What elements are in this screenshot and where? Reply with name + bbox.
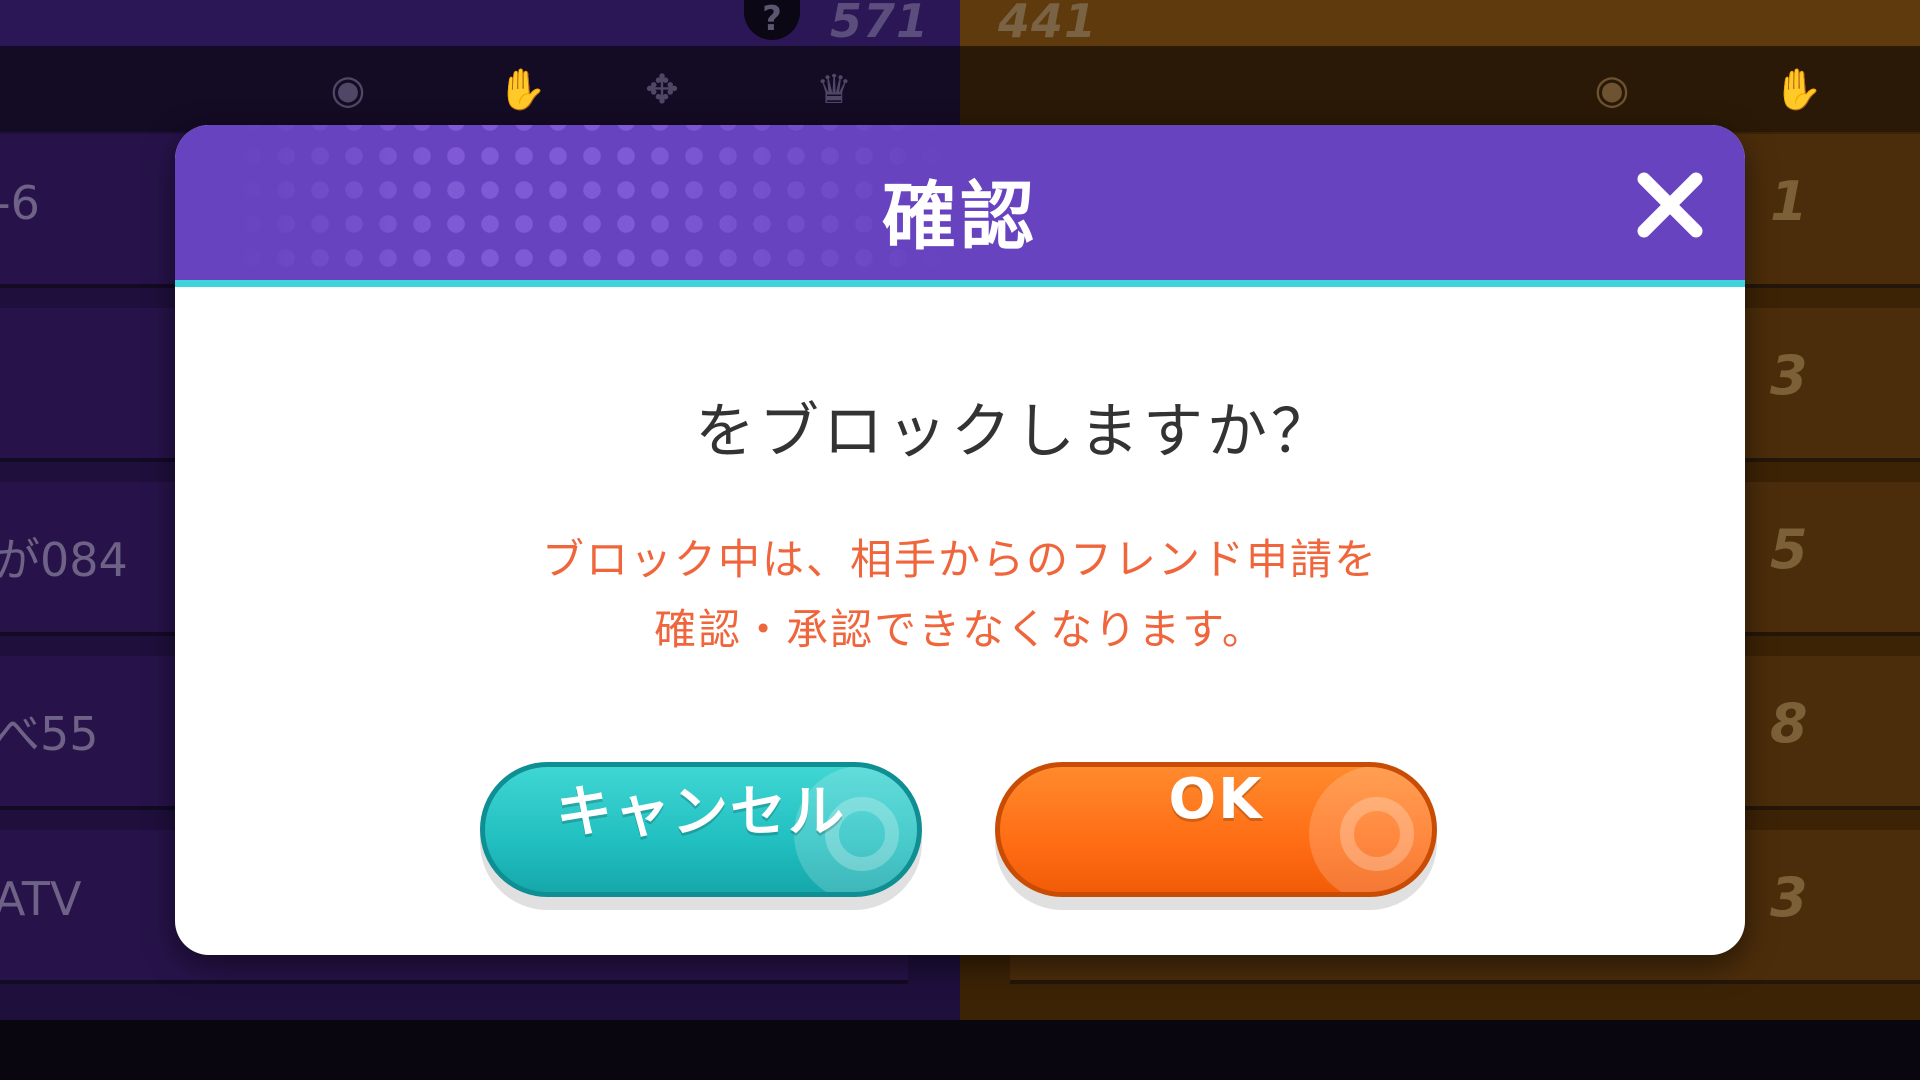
player-name: ATV [0, 872, 82, 926]
handshake-icon: ✥ [645, 67, 679, 113]
ok-label: OK [1168, 767, 1264, 832]
player-stat: 1 [1770, 170, 1808, 233]
hand-icon: ✋ [497, 67, 547, 113]
warning-line: 確認・承認できなくなります。 [654, 605, 1266, 654]
right-stat-header: ◉ ✋ [960, 46, 1920, 132]
pokeball-icon: ◉ [330, 67, 366, 113]
left-team-score: 571 [830, 0, 930, 48]
player-name: が084 [0, 533, 128, 587]
close-icon [1637, 172, 1703, 238]
hand-icon: ✋ [1773, 67, 1823, 113]
left-score-bar: 571 [0, 0, 960, 48]
player-stat: 8 [1770, 692, 1808, 755]
right-team-score: 441 [998, 0, 1098, 48]
block-warning: ブロック中は、相手からのフレンド申請を 確認・承認できなくなります。 [175, 525, 1745, 665]
player-name: -6 [0, 176, 40, 230]
close-button[interactable] [1630, 165, 1710, 245]
dialog-title: 確認 [882, 174, 1038, 260]
player-stat: 3 [1770, 344, 1808, 407]
dialog-header: 確認 [175, 125, 1745, 287]
crown-icon: ♛ [816, 67, 852, 113]
player-stat: 3 [1770, 866, 1808, 929]
ok-button[interactable]: OK [995, 762, 1437, 897]
pokeball-icon: ◉ [1594, 67, 1630, 113]
cancel-label: キャンセル [556, 780, 846, 845]
left-stat-header: ◉ ✋ ✥ ♛ [0, 46, 960, 132]
right-score-bar: 441 [960, 0, 1920, 48]
cancel-button[interactable]: キャンセル [480, 762, 922, 897]
confirm-dialog: 確認 をブロックしますか？ ブロック中は、相手からのフレンド申請を 確認・承認で… [175, 125, 1745, 955]
player-stat: 5 [1770, 518, 1808, 581]
block-question: をブロックしますか？ [695, 397, 1335, 467]
warning-line: ブロック中は、相手からのフレンド申請を [541, 535, 1378, 584]
bottom-bar [0, 1020, 1920, 1080]
player-name: べ55 [0, 707, 99, 761]
